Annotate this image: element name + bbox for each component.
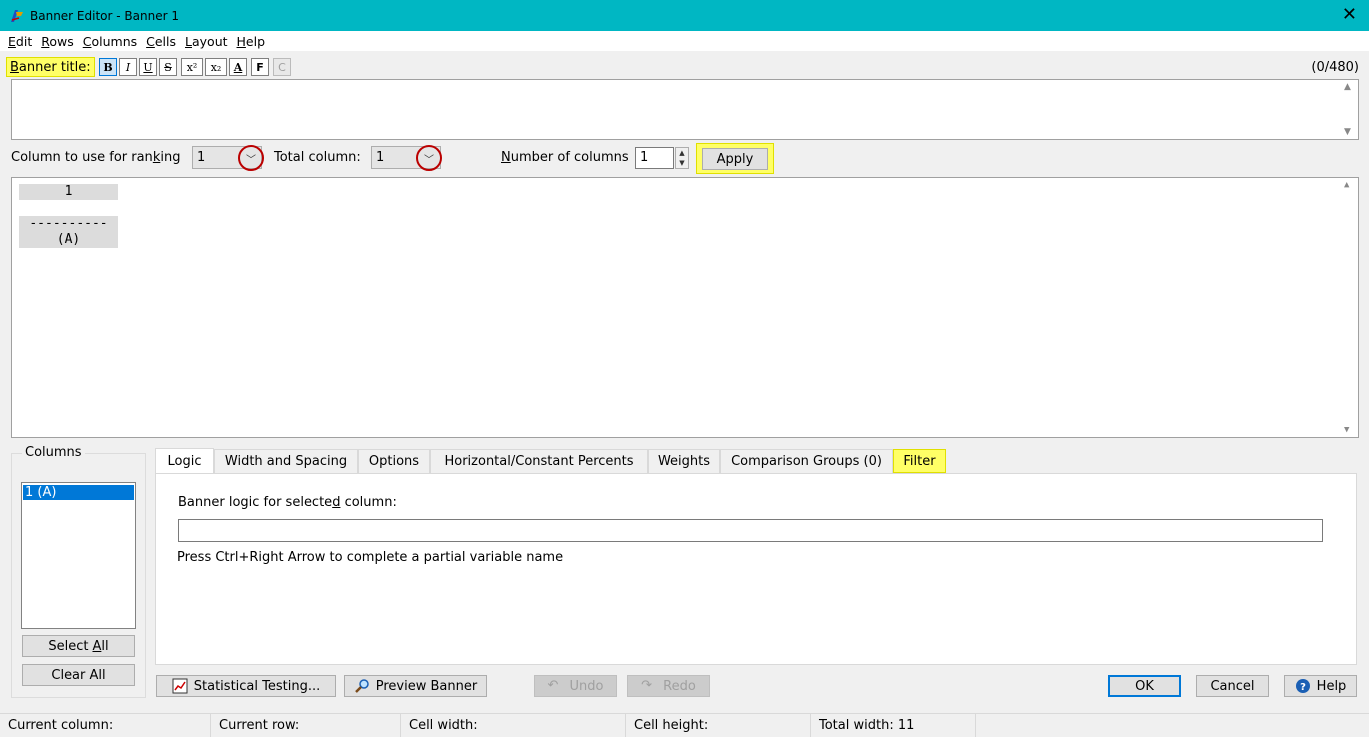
title-char-counter: (0/480) — [1311, 60, 1359, 75]
num-columns-input[interactable]: 1 — [635, 147, 674, 169]
scroll-down-icon[interactable]: ▼ — [1344, 127, 1351, 137]
spin-down-icon[interactable]: ▼ — [676, 158, 688, 168]
columns-list[interactable]: 1 (A) — [21, 482, 136, 629]
menu-help[interactable]: Help — [233, 34, 271, 49]
tab-logic[interactable]: Logic — [155, 448, 214, 473]
status-cell-height: Cell height: — [626, 714, 811, 737]
subscript-button[interactable]: x₂ — [205, 58, 227, 76]
font-color-button[interactable]: A — [229, 58, 247, 76]
ok-button[interactable]: OK — [1108, 675, 1181, 697]
menu-cells[interactable]: Cells — [142, 34, 181, 49]
autocomplete-hint: Press Ctrl+Right Arrow to complete a par… — [177, 550, 564, 565]
menu-edit[interactable]: Edit — [4, 34, 37, 49]
num-columns-label: Number of columns — [501, 150, 629, 165]
title-scrollbar[interactable]: ▲ ▼ — [1341, 80, 1358, 139]
banner-title-input[interactable]: ▲ ▼ — [11, 79, 1359, 140]
preview-banner-button[interactable]: Preview Banner — [344, 675, 487, 697]
tab-horizontal-constant-percents[interactable]: Horizontal/Constant Percents — [430, 449, 648, 473]
menu-bar: Edit Rows Columns Cells Layout Help — [0, 31, 1369, 51]
superscript-button[interactable]: x² — [181, 58, 203, 76]
total-column-label: Total column: — [274, 150, 361, 165]
underline-button[interactable]: U — [139, 58, 157, 76]
ranking-dropdown-chevron-icon[interactable]: ﹀ — [238, 145, 264, 171]
scroll-up-icon[interactable]: ▲ — [1344, 180, 1349, 190]
status-bar: Current column: Current row: Cell width:… — [0, 713, 1369, 737]
preview-rule: ---------- — [19, 216, 118, 232]
banner-title-label: Banner title: — [6, 57, 95, 77]
statistical-testing-button[interactable]: Statistical Testing... — [156, 675, 336, 697]
status-total-width: Total width: 11 — [811, 714, 976, 737]
scroll-up-icon[interactable]: ▲ — [1344, 82, 1351, 92]
apply-button[interactable]: Apply — [702, 148, 768, 170]
clear-all-button[interactable]: Clear All — [22, 664, 135, 686]
num-columns-spinner[interactable]: ▲ ▼ — [675, 147, 689, 169]
preview-column-header: 1 — [19, 184, 118, 200]
apply-highlight: Apply — [696, 143, 774, 174]
tab-weights[interactable]: Weights — [648, 449, 720, 473]
columns-group: Columns 1 (A) Select All Clear All — [11, 445, 146, 698]
font-button[interactable]: F — [251, 58, 269, 76]
tab-options[interactable]: Options — [358, 449, 430, 473]
total-dropdown-chevron-icon[interactable]: ﹀ — [416, 145, 442, 171]
banner-editor-app-icon — [9, 8, 25, 24]
strikethrough-button[interactable]: S — [159, 58, 177, 76]
help-icon: ? — [1295, 678, 1311, 694]
status-current-row: Current row: — [211, 714, 401, 737]
magnifier-icon — [354, 678, 370, 694]
banner-logic-label: Banner logic for selected column: — [178, 495, 397, 510]
clear-format-button[interactable]: C — [273, 58, 291, 76]
title-bar: Banner Editor - Banner 1 ✕ — [0, 0, 1369, 31]
close-icon[interactable]: ✕ — [1342, 4, 1357, 25]
tab-comparison-groups[interactable]: Comparison Groups (0) — [720, 449, 893, 473]
undo-icon: ↶ — [547, 678, 559, 693]
menu-rows[interactable]: Rows — [37, 34, 79, 49]
preview-column-letter: (A) — [19, 232, 118, 248]
window-title: Banner Editor - Banner 1 — [30, 8, 179, 23]
menu-layout[interactable]: Layout — [181, 34, 233, 49]
help-button[interactable]: ? Help — [1284, 675, 1357, 697]
logic-tab-panel: Banner logic for selected column: Press … — [155, 473, 1357, 665]
italic-button[interactable]: I — [119, 58, 137, 76]
chart-icon — [172, 678, 188, 694]
status-cell-width: Cell width: — [401, 714, 626, 737]
svg-text:?: ? — [1300, 682, 1306, 693]
ranking-column-label: Column to use for ranking — [11, 150, 181, 165]
undo-button[interactable]: ↶ Undo — [534, 675, 617, 697]
redo-icon: ↷ — [641, 678, 653, 693]
scroll-down-icon[interactable]: ▼ — [1344, 425, 1349, 435]
preview-scrollbar[interactable]: ▲ ▼ — [1341, 178, 1358, 437]
select-all-button[interactable]: Select All — [22, 635, 135, 657]
bold-button[interactable]: B — [99, 58, 117, 76]
list-item[interactable]: 1 (A) — [23, 485, 134, 500]
menu-columns[interactable]: Columns — [79, 34, 142, 49]
status-current-column: Current column: — [0, 714, 211, 737]
preview-blank-row — [19, 200, 118, 216]
redo-button[interactable]: ↷ Redo — [627, 675, 710, 697]
tab-filter[interactable]: Filter — [893, 449, 946, 473]
columns-legend: Columns — [22, 445, 85, 460]
cancel-button[interactable]: Cancel — [1196, 675, 1269, 697]
spin-up-icon[interactable]: ▲ — [676, 148, 688, 158]
tab-width-and-spacing[interactable]: Width and Spacing — [214, 449, 358, 473]
banner-preview[interactable]: 1 ---------- (A) ▲ ▼ — [11, 177, 1359, 438]
title-toolbar: Banner title: B I U S x² x₂ A F C (0/480… — [0, 53, 1369, 79]
banner-logic-input[interactable] — [178, 519, 1323, 542]
